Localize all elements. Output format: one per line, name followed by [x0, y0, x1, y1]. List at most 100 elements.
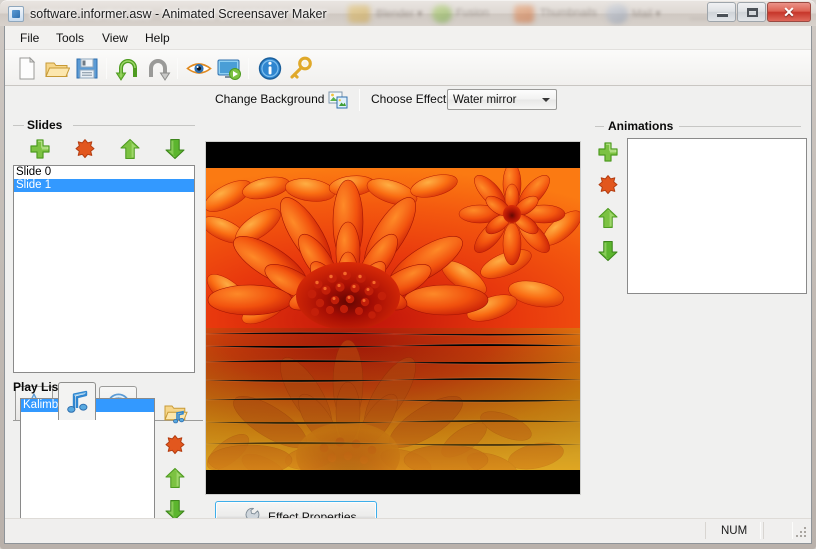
- preview-eye-icon: [186, 56, 212, 81]
- add-music-button[interactable]: [164, 402, 186, 424]
- maximize-button[interactable]: [737, 2, 766, 22]
- redo-icon: [145, 56, 171, 81]
- toolbar: [5, 50, 811, 86]
- register-button[interactable]: [287, 56, 313, 81]
- tab-music[interactable]: [58, 382, 96, 420]
- add-slide-button[interactable]: [29, 138, 51, 160]
- move-animation-down-button[interactable]: [597, 240, 619, 262]
- folder-music-icon: [164, 412, 188, 429]
- preview-image-flowers: [206, 168, 581, 328]
- menu-item-help[interactable]: Help: [138, 30, 177, 47]
- run-screensaver-button[interactable]: [216, 56, 242, 81]
- animations-group-title: Animations: [608, 119, 673, 133]
- close-icon: ✕: [768, 3, 810, 21]
- animations-group-line-left: [595, 126, 604, 127]
- change-background-label[interactable]: Change Background: [215, 92, 324, 106]
- music-note-icon: [65, 390, 91, 421]
- move-animation-up-button[interactable]: [597, 207, 619, 229]
- open-file-button[interactable]: [44, 56, 70, 81]
- arrow-up-icon: [119, 147, 141, 164]
- new-file-icon: [14, 56, 40, 81]
- change-background-button[interactable]: [328, 89, 348, 109]
- arrow-up-icon: [597, 216, 619, 233]
- effect-dropdown[interactable]: Water mirror: [447, 89, 557, 110]
- slides-group-title: Slides: [27, 118, 62, 132]
- ghost-window-icon-4: [606, 4, 628, 24]
- close-button[interactable]: ✕: [767, 2, 811, 22]
- effect-dropdown-value: Water mirror: [453, 92, 516, 108]
- center-toolbar-separator: [359, 89, 360, 111]
- move-slide-up-button[interactable]: [119, 138, 141, 160]
- delete-animation-button[interactable]: [597, 174, 619, 196]
- save-button[interactable]: [74, 56, 100, 81]
- picture-icon: [328, 96, 348, 113]
- resize-grip[interactable]: [795, 527, 808, 540]
- client-area: File Tools View Help: [4, 26, 812, 544]
- delete-slide-button[interactable]: [74, 138, 96, 160]
- menu-bar: File Tools View Help: [5, 26, 811, 50]
- new-file-button[interactable]: [14, 56, 40, 81]
- slides-listbox[interactable]: Slide 0 Slide 1: [13, 165, 195, 373]
- animations-listbox[interactable]: [627, 138, 807, 294]
- menu-item-file[interactable]: File: [13, 30, 46, 47]
- undo-button[interactable]: [115, 56, 141, 81]
- ghost-window-icon-1: [348, 5, 370, 23]
- ghost-window-icon-3: [514, 5, 534, 23]
- about-button[interactable]: [257, 56, 283, 81]
- info-icon: [257, 56, 283, 81]
- cross-icon: [74, 147, 96, 164]
- run-screen-icon: [216, 56, 242, 81]
- choose-effect-label: Choose Effect:: [371, 92, 450, 106]
- ghost-window-icon-2: [432, 5, 452, 23]
- cross-icon: [164, 443, 186, 460]
- redo-button[interactable]: [145, 56, 171, 81]
- slides-group-line-left: [13, 125, 24, 126]
- slides-group-line-right: [73, 125, 195, 126]
- add-animation-button[interactable]: [597, 141, 619, 163]
- list-item[interactable]: Slide 0: [14, 166, 194, 179]
- num-lock-indicator: NUM: [721, 524, 747, 538]
- app-window-icon: [8, 6, 24, 22]
- application-window: Blender ▾ Fusion Thumbnails Mail ▾ ____ …: [0, 0, 816, 549]
- title-bar: Blender ▾ Fusion Thumbnails Mail ▾ ____ …: [0, 0, 816, 26]
- undo-icon: [115, 56, 141, 81]
- preview-button[interactable]: [186, 56, 212, 81]
- minimize-icon: [717, 14, 728, 17]
- arrow-down-icon: [164, 147, 186, 164]
- preview-canvas[interactable]: [205, 141, 581, 495]
- cross-icon: [597, 183, 619, 200]
- open-folder-icon: [44, 56, 70, 81]
- plus-icon: [597, 150, 619, 167]
- chevron-down-icon: [542, 98, 550, 102]
- center-toolbar: Change Background Choose Ef: [203, 86, 589, 118]
- preview-image-reflection: [206, 328, 581, 470]
- playlist-title: Play List: [13, 380, 62, 394]
- save-floppy-icon: [74, 56, 100, 81]
- plus-icon: [29, 147, 51, 164]
- animations-group-line-right: [679, 126, 801, 127]
- minimize-button[interactable]: [707, 2, 736, 22]
- ghost-window-text-3: Thumbnails: [540, 7, 597, 19]
- window-title: software.informer.asw - Animated Screens…: [30, 5, 327, 23]
- toolbar-separator-2: [177, 58, 178, 79]
- delete-music-button[interactable]: [164, 434, 186, 456]
- arrow-up-icon: [164, 476, 186, 493]
- toolbar-separator-1: [106, 58, 107, 79]
- list-item[interactable]: Slide 1: [14, 179, 194, 192]
- key-icon: [287, 56, 313, 81]
- ghost-window-text-1: Blender ▾: [376, 7, 423, 20]
- toolbar-separator-3: [248, 58, 249, 79]
- status-cell-extra: [763, 522, 793, 539]
- right-panel: Animations: [589, 86, 811, 542]
- menu-item-tools[interactable]: Tools: [49, 30, 91, 47]
- preview-image: [206, 168, 581, 470]
- ghost-window-text-4: Mail ▾: [632, 7, 661, 20]
- status-bar: NUM: [5, 518, 811, 542]
- move-slide-down-button[interactable]: [164, 138, 186, 160]
- move-music-up-button[interactable]: [164, 467, 186, 489]
- left-panel: Slides: [5, 86, 203, 542]
- ghost-window-text-2: Fusion: [456, 7, 489, 19]
- menu-item-view[interactable]: View: [95, 30, 135, 47]
- arrow-down-icon: [597, 249, 619, 266]
- center-panel: Change Background Choose Ef: [203, 86, 589, 542]
